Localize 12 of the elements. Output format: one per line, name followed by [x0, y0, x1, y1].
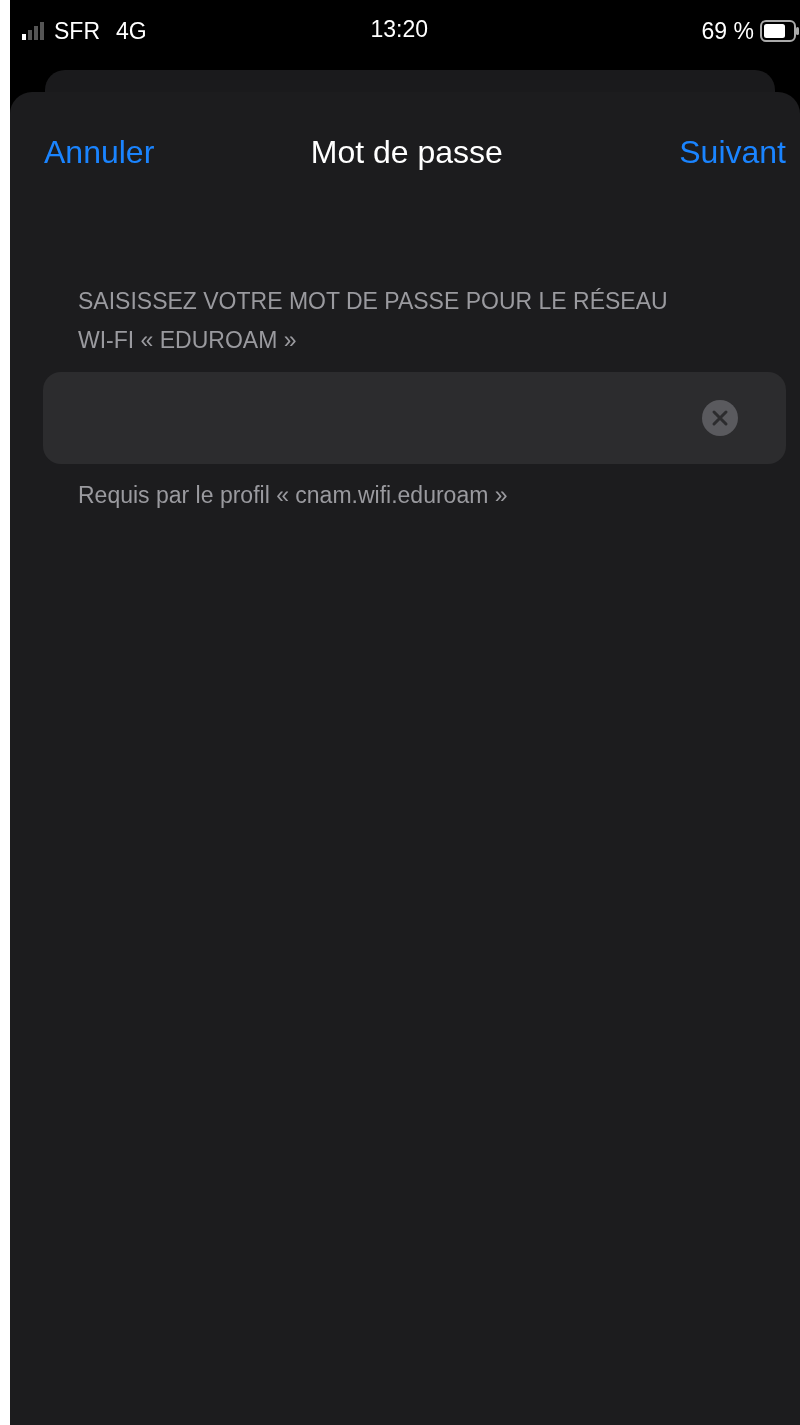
battery-percentage: 69 %	[701, 17, 754, 45]
cancel-button[interactable]: Annuler	[44, 133, 155, 171]
section-header: SAISISSEZ VOTRE MOT DE PASSE POUR LE RÉSEAU WI-FI « EDUROAM »	[78, 287, 669, 355]
password-field[interactable]	[43, 372, 786, 464]
footer-note: Requis par le profil « cnam.wifi.eduroam »	[78, 482, 509, 509]
sheet-title: Mot de passe	[310, 133, 503, 171]
next-button[interactable]: Suivant	[679, 133, 786, 171]
network-type: 4G	[116, 17, 147, 45]
clock-time: 13:20	[370, 16, 428, 43]
battery-icon	[760, 20, 800, 42]
clear-icon[interactable]	[702, 400, 738, 436]
carrier-name: SFR	[54, 17, 100, 45]
